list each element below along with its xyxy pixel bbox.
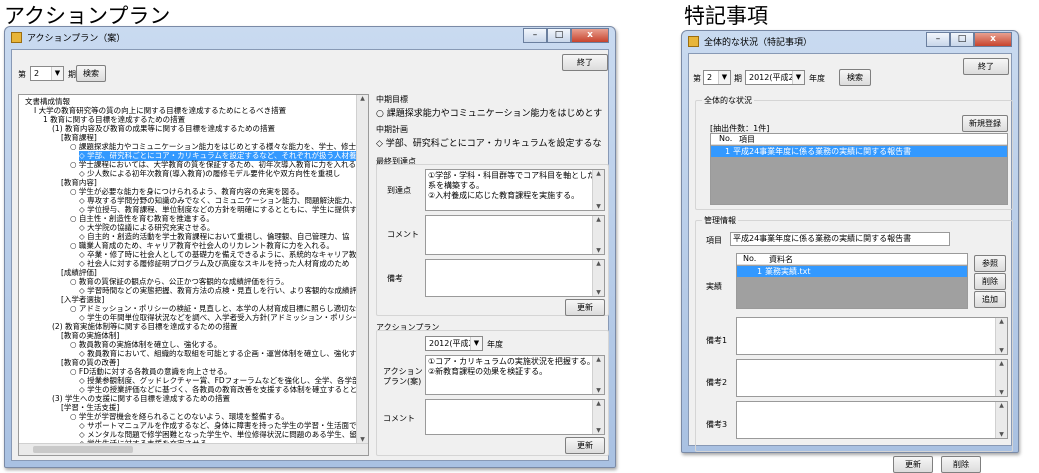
final-group: 到達点 ①学部・学科・科目群等でコア科目を軸としたカリキュラム(体 系を構築する… bbox=[376, 164, 609, 316]
special-notes-window: 全体的な状況（特記事項） – □ x 終了 第 2 ▼ 期 2012(平成24) ▼… bbox=[681, 30, 1019, 473]
mid-plan-text: ◇ 学部、研究科ごとにコア・カリキュラムを設定するなど、それぞれが扱う人材 bbox=[376, 139, 602, 148]
tree-horizontal-scrollbar[interactable] bbox=[19, 443, 368, 455]
title-bar[interactable]: アクションプラン（案） – □ x bbox=[5, 27, 615, 49]
app-icon bbox=[688, 36, 699, 47]
item-label: 項目 bbox=[706, 236, 722, 245]
col-no: No. bbox=[719, 134, 733, 143]
col-item: 項目 bbox=[739, 135, 755, 144]
new-register-button[interactable]: 新規登録 bbox=[962, 115, 1008, 132]
item-field[interactable]: 平成24事業年度に係る業務の実績に関する報告書 bbox=[730, 232, 950, 246]
update-button[interactable]: 更新 bbox=[893, 456, 933, 473]
tree-node[interactable]: ◇ 社会人に対する履修証明プログラム及び高度なスキルを持った人材育成のため bbox=[79, 259, 349, 269]
note-textbox[interactable] bbox=[425, 259, 605, 297]
caption-special-notes: 特記事項 bbox=[684, 4, 768, 28]
plan-textbox[interactable]: ①コア・カリキュラムの実施状況を把握する。 ②新教育課程の効果を検証する。 bbox=[425, 355, 605, 395]
action-plan-window: アクションプラン（案） – □ x 第 2 ▼ 期 検索 終了 文書構成情報 Ⅰ 大… bbox=[4, 26, 616, 468]
close-window-button[interactable]: x bbox=[571, 28, 609, 43]
result-label: 実績 bbox=[706, 282, 722, 291]
delete-button[interactable]: 削除 bbox=[941, 456, 981, 473]
year-suffix: 年度 bbox=[809, 74, 825, 83]
app-icon bbox=[11, 32, 22, 43]
comment-textbox[interactable] bbox=[425, 215, 605, 255]
comment2-label: コメント bbox=[383, 414, 415, 423]
period-suffix: 期 bbox=[68, 70, 76, 79]
chevron-down-icon: ▼ bbox=[51, 67, 63, 80]
comment2-textbox[interactable] bbox=[425, 399, 605, 435]
chevron-down-icon: ▼ bbox=[718, 71, 730, 84]
mgmt-group: 管理情報 項目 平成24事業年度に係る業務の実績に関する報告書 実績 No. 資料… bbox=[695, 215, 1013, 452]
window-title: 全体的な状況（特記事項） bbox=[704, 38, 813, 48]
year-select[interactable]: 2012(平成24) ▼ bbox=[745, 70, 805, 85]
chevron-down-icon: ▼ bbox=[792, 71, 804, 84]
window-client: 第 2 ▼ 期 検索 終了 文書構成情報 Ⅰ 大学の教育研究等の質の向上に関する目標… bbox=[11, 49, 609, 461]
mid-plan-title: 中期計画 bbox=[376, 125, 408, 134]
overall-list[interactable]: No. 項目 1 平成24事業年度に係る業務の実績に関する報告書 bbox=[710, 133, 1008, 205]
tree-node[interactable]: ◇ 少人数による初年次教育(導入教育)の履修モデル要件化や双方向性を重視し bbox=[79, 169, 340, 179]
exit-button[interactable]: 終了 bbox=[562, 54, 608, 71]
overall-title: 全体的な状況 bbox=[702, 95, 754, 106]
chevron-down-icon: ▼ bbox=[470, 337, 482, 350]
overall-group: 全体的な状況 新規登録 [抽出件数：1件] No. 項目 1 平成24事業年度に係る… bbox=[695, 95, 1013, 210]
period-suffix: 期 bbox=[734, 74, 742, 83]
maximize-button[interactable]: □ bbox=[547, 28, 571, 43]
window-title: アクションプラン（案） bbox=[27, 34, 126, 44]
table-row[interactable]: 1 平成24事業年度に係る業務の実績に関する報告書 bbox=[711, 146, 1007, 157]
period-select[interactable]: 2 ▼ bbox=[30, 66, 64, 81]
window-client: 終了 第 2 ▼ 期 2012(平成24) ▼ 年度 検索 全体的な状況 新規登録 … bbox=[688, 53, 1013, 473]
comment-label: コメント bbox=[387, 230, 419, 239]
action-group: 2012(平成24) ▼ 年度 アクション プラン(案) ①コア・カリキュラムの実… bbox=[376, 330, 609, 456]
update-button[interactable]: 更新 bbox=[565, 299, 605, 316]
plan-label: アクション プラン(案) bbox=[383, 367, 423, 386]
note3-label: 備考3 bbox=[706, 420, 728, 429]
note3-textbox[interactable] bbox=[736, 401, 1008, 439]
exit-button[interactable]: 終了 bbox=[963, 58, 1009, 75]
search-button[interactable]: 検索 bbox=[76, 65, 106, 82]
period-prefix: 第 bbox=[18, 70, 26, 79]
maximize-button[interactable]: □ bbox=[950, 32, 974, 47]
period-prefix: 第 bbox=[693, 74, 701, 83]
tree-node[interactable]: ◇ 学習時間などの実態把握、教育方法の点検・見直しを行い、より客観的な成績評 bbox=[79, 286, 356, 296]
minimize-button[interactable]: – bbox=[926, 32, 950, 47]
note1-textbox[interactable] bbox=[736, 317, 1008, 355]
tree-node[interactable]: ◇ 教員教育において、組織的な取組を可能とする企画・運営体制を確立し、強化す bbox=[79, 349, 356, 359]
mid-goal-title: 中期目標 bbox=[376, 95, 408, 104]
mid-goal-text: ○ 課題探求能力やコミュニケーション能力をはじめとする様々な能力を、学士 bbox=[376, 109, 603, 118]
reach-textbox[interactable]: ①学部・学科・科目群等でコア科目を軸としたカリキュラム(体 系を構築する。 ②入… bbox=[425, 169, 605, 211]
note1-label: 備考1 bbox=[706, 336, 728, 345]
tree-vertical-scrollbar[interactable] bbox=[356, 95, 368, 443]
note2-textbox[interactable] bbox=[736, 359, 1008, 397]
mgmt-title: 管理情報 bbox=[702, 215, 738, 226]
document-list[interactable]: No. 資料名 1 業務実績.txt bbox=[736, 253, 968, 309]
search-button[interactable]: 検索 bbox=[839, 69, 871, 86]
year-select[interactable]: 2012(平成24) ▼ bbox=[425, 336, 483, 351]
reach-label: 到達点 bbox=[387, 186, 411, 195]
period-select[interactable]: 2 ▼ bbox=[703, 70, 731, 85]
reference-button[interactable]: 参照 bbox=[974, 255, 1006, 272]
document-tree[interactable]: 文書構成情報 Ⅰ 大学の教育研究等の質の向上に関する目標を達成するためにとるべき措… bbox=[18, 94, 369, 456]
minimize-button[interactable]: – bbox=[523, 28, 547, 43]
add-doc-button[interactable]: 追加 bbox=[974, 291, 1006, 308]
note2-label: 備考2 bbox=[706, 378, 728, 387]
scroll-thumb[interactable] bbox=[33, 446, 133, 453]
update2-button[interactable]: 更新 bbox=[565, 437, 605, 454]
delete-doc-button[interactable]: 削除 bbox=[974, 273, 1006, 290]
note-label: 備考 bbox=[387, 274, 403, 283]
close-window-button[interactable]: x bbox=[974, 32, 1012, 47]
title-bar[interactable]: 全体的な状況（特記事項） – □ x bbox=[682, 31, 1018, 53]
col-no: No. bbox=[743, 254, 757, 263]
col-doc-name: 資料名 bbox=[769, 255, 793, 264]
list-item[interactable]: 1 業務実績.txt bbox=[737, 266, 967, 277]
year-suffix: 年度 bbox=[487, 340, 503, 349]
